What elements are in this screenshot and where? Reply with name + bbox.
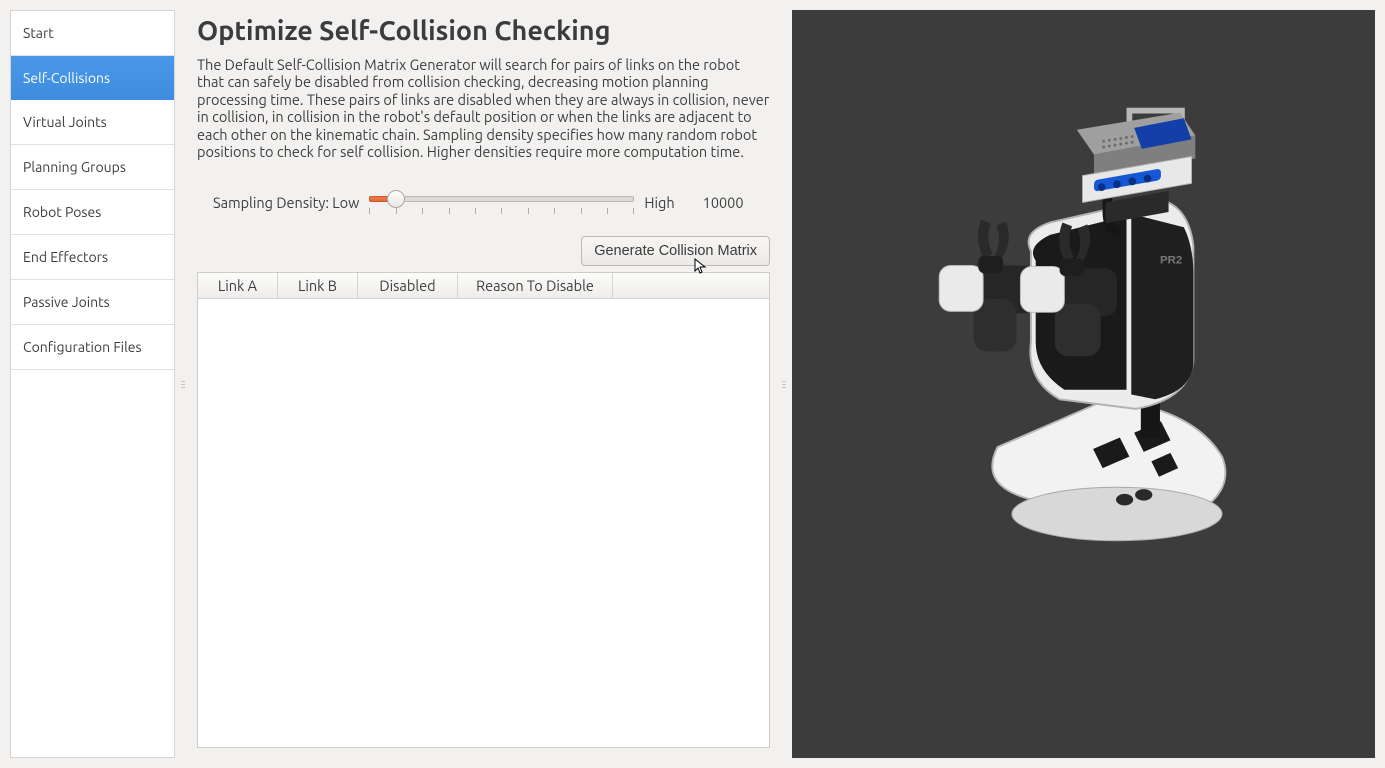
- splitter-right[interactable]: [782, 369, 786, 399]
- slider-ticks: [369, 208, 634, 216]
- col-link-a[interactable]: Link A: [198, 273, 278, 298]
- sidebar-item-virtual-joints[interactable]: Virtual Joints: [11, 100, 174, 145]
- page-description: The Default Self-Collision Matrix Genera…: [197, 56, 770, 160]
- sidebar-item-robot-poses[interactable]: Robot Poses: [11, 190, 174, 235]
- col-link-b[interactable]: Link B: [278, 273, 358, 298]
- sidebar-item-configuration-files[interactable]: Configuration Files: [11, 325, 174, 370]
- sidebar-label: Start: [23, 25, 54, 41]
- col-disabled[interactable]: Disabled: [358, 273, 458, 298]
- density-label-high: High: [644, 194, 674, 211]
- slider-thumb[interactable]: [387, 190, 405, 208]
- splitter-left[interactable]: [181, 369, 185, 399]
- sidebar-item-start[interactable]: Start: [11, 11, 174, 56]
- main-panel: Optimize Self-Collision Checking The Def…: [191, 10, 776, 758]
- sidebar-label: Robot Poses: [23, 204, 101, 220]
- page-title: Optimize Self-Collision Checking: [197, 16, 770, 46]
- sidebar-label: Virtual Joints: [23, 114, 107, 130]
- sidebar-label: Configuration Files: [23, 339, 142, 355]
- sidebar-item-end-effectors[interactable]: End Effectors: [11, 235, 174, 280]
- sidebar-item-passive-joints[interactable]: Passive Joints: [11, 280, 174, 325]
- density-value: 10000: [703, 194, 744, 211]
- sidebar-label: Self-Collisions: [23, 70, 110, 86]
- slider-track: [369, 196, 634, 202]
- sidebar-item-planning-groups[interactable]: Planning Groups: [11, 145, 174, 190]
- robot-3d-viewer[interactable]: PR2: [792, 10, 1375, 758]
- sidebar-label: Planning Groups: [23, 159, 126, 175]
- col-reason[interactable]: Reason To Disable: [458, 273, 613, 298]
- sidebar-label: End Effectors: [23, 249, 108, 265]
- svg-text:PR2: PR2: [1160, 255, 1182, 267]
- sampling-density-row: Sampling Density: Low High 10000: [197, 188, 770, 216]
- table-header-row: Link A Link B Disabled Reason To Disable: [198, 273, 769, 299]
- sidebar-label: Passive Joints: [23, 294, 110, 310]
- table-body-empty: [198, 299, 769, 747]
- sidebar-item-self-collisions[interactable]: Self-Collisions: [11, 56, 174, 100]
- collision-table: Link A Link B Disabled Reason To Disable: [197, 272, 770, 748]
- sidebar: Start Self-Collisions Virtual Joints Pla…: [10, 10, 175, 758]
- density-slider[interactable]: [369, 188, 634, 216]
- generate-collision-matrix-button[interactable]: Generate Collision Matrix: [581, 236, 770, 266]
- robot-model-icon: PR2: [792, 10, 1375, 758]
- density-label-low: Sampling Density: Low: [213, 194, 359, 211]
